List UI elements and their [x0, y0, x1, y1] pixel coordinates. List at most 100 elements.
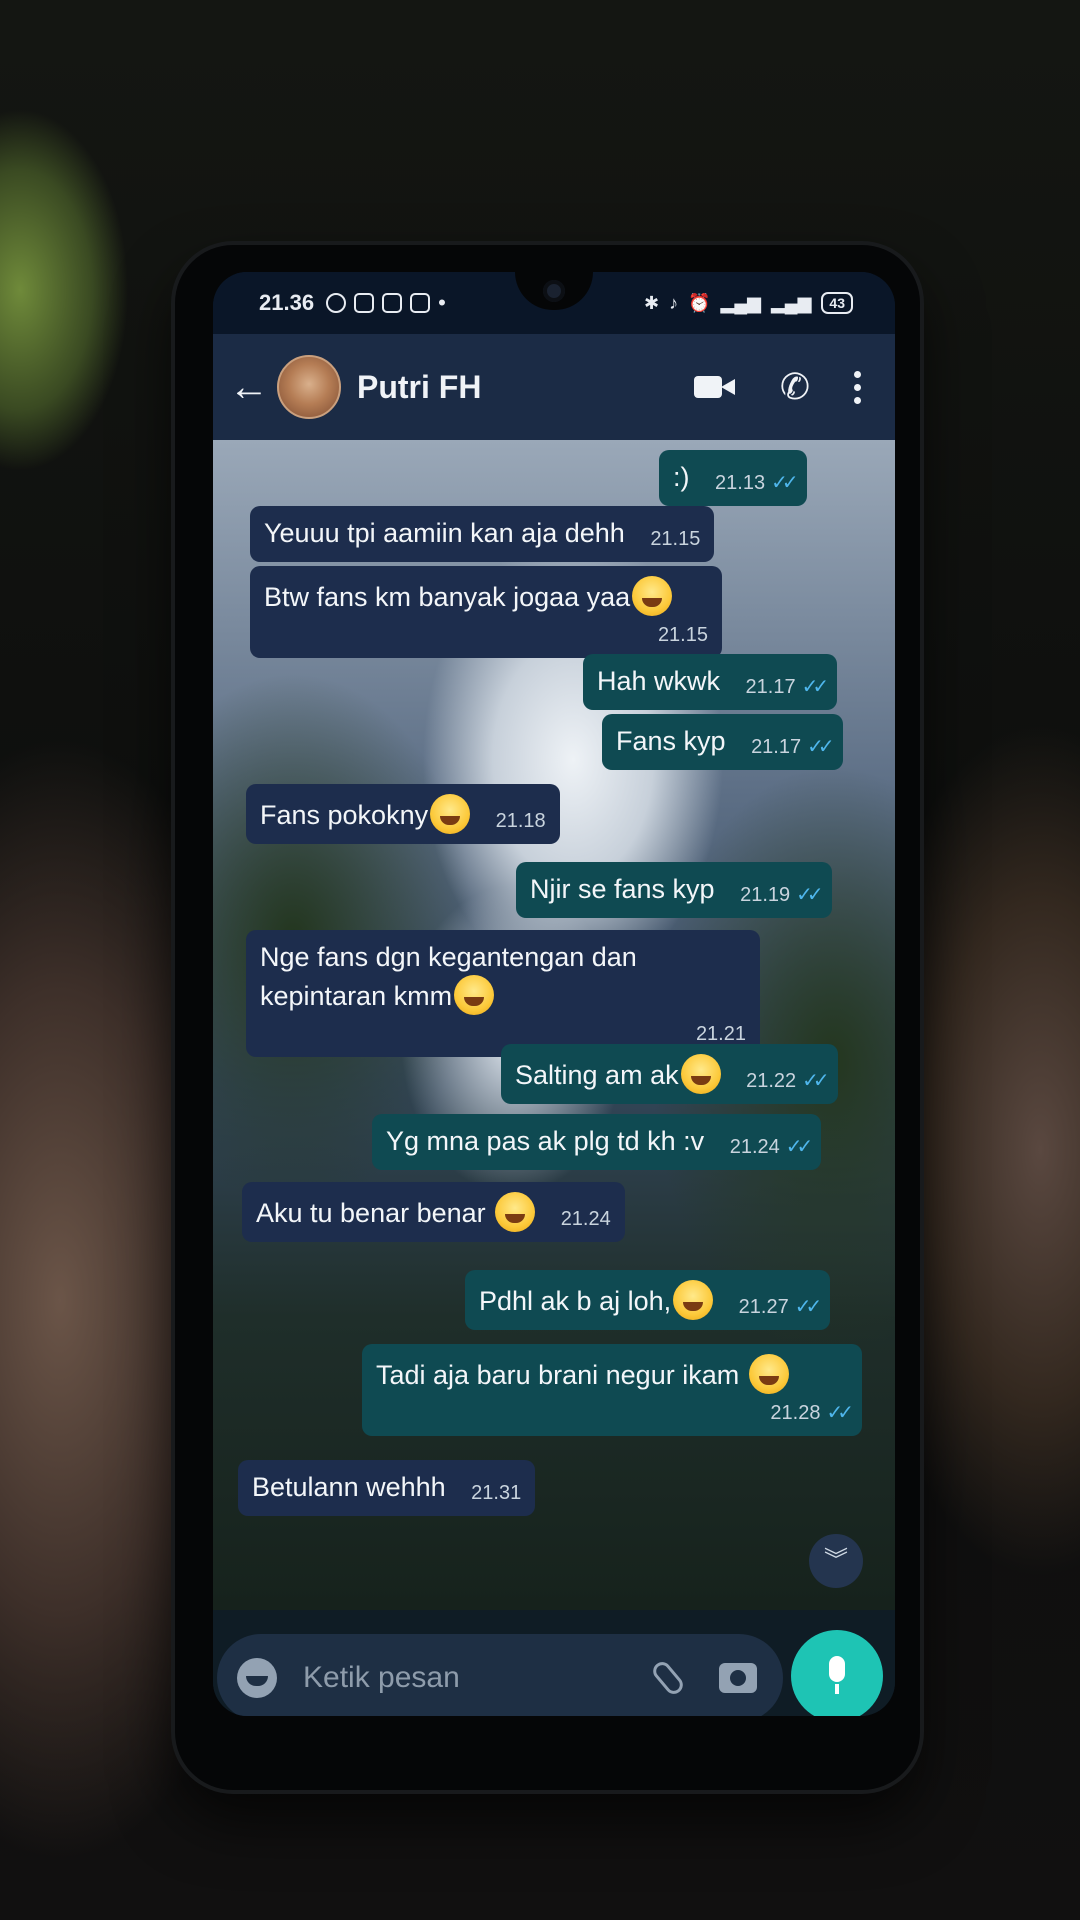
bluetooth-icon: ✱: [644, 292, 660, 313]
message-text: Tadi aja baru brani negur ikam: [376, 1360, 747, 1390]
message-meta: 21.24: [561, 1206, 611, 1232]
double-check-icon: ✓✓: [796, 884, 823, 906]
double-check-icon: ✓✓: [794, 1296, 822, 1318]
status-time: 21.36: [259, 290, 315, 315]
message-time: 21.27: [738, 1296, 789, 1318]
message-text: Aku tu benar benar: [256, 1198, 494, 1228]
rolling-laughing-emoji-icon: [495, 1192, 536, 1232]
battery-icon: 43: [821, 292, 853, 314]
double-check-icon: ✓✓: [802, 1070, 829, 1092]
message-meta: 21.22 ✓✓: [746, 1068, 829, 1094]
message-bubble[interactable]: Njir se fans kyp 21.19 ✓✓: [516, 862, 832, 918]
message-time: 21.18: [495, 810, 546, 832]
message-time: 21.13: [715, 472, 766, 494]
message-text: Njir se fans kyp: [530, 874, 715, 904]
message-bubble[interactable]: Nge fans dgn kegantengan dan kepintaran …: [246, 930, 760, 1058]
video-call-icon[interactable]: [693, 374, 736, 400]
front-camera: [543, 280, 565, 302]
message-meta: 21.18: [496, 808, 546, 834]
mute-icon: ♪: [669, 292, 679, 313]
message-bubble[interactable]: Fans kyp 21.17 ✓✓: [602, 714, 843, 770]
laughing-tears-emoji-icon: [632, 576, 673, 616]
message-time: 21.17: [751, 736, 802, 758]
message-text: Fans pokokny: [260, 800, 429, 830]
message-text: Yg mna pas ak plg td kh :v: [386, 1126, 705, 1156]
chat-area[interactable]: :) 21.13 ✓✓ Yeuuu tpi aamiin kan aja dehh…: [213, 440, 895, 1610]
gmail-icon: [410, 293, 431, 313]
message-text: Hah wkwk: [597, 666, 721, 696]
message-text: Pdhl ak b aj loh,: [479, 1286, 672, 1316]
facebook-icon: [354, 293, 375, 313]
message-meta: 21.19 ✓✓: [740, 882, 823, 908]
laughing-tears-emoji-icon: [748, 1354, 789, 1394]
emoji-icon[interactable]: [237, 1658, 277, 1698]
composer-bar: Ketik pesan: [213, 1610, 895, 1716]
message-meta: 21.17 ✓✓: [751, 734, 834, 760]
message-meta: 21.28 ✓✓: [376, 1400, 853, 1426]
laughing-tears-emoji-icon: [680, 1054, 721, 1094]
message-time: 21.22: [746, 1070, 797, 1092]
header-actions: ✆: [693, 369, 879, 405]
double-check-icon: ✓✓: [785, 1136, 813, 1158]
signal-2-icon: ▂▄▆: [770, 292, 812, 313]
message-bubble[interactable]: Betulann wehhh 21.31: [238, 1460, 536, 1516]
notification-icons: •: [326, 290, 446, 316]
scroll-to-bottom-icon[interactable]: ︾: [809, 1534, 863, 1588]
microphone-button[interactable]: [791, 1630, 883, 1716]
signal-icon: ▂▄▆: [720, 292, 761, 313]
message-text: Btw fans km banyak jogaa yaa: [264, 582, 631, 612]
message-time: 21.19: [740, 884, 791, 906]
smiling-face-emoji-icon: [673, 1280, 714, 1320]
message-bubble[interactable]: Salting am ak 21.22 ✓✓: [501, 1044, 838, 1104]
message-time: 21.15: [650, 528, 701, 550]
message-text: Nge fans dgn kegantengan dan kepintaran …: [260, 942, 637, 1012]
message-bubble[interactable]: Hah wkwk 21.17 ✓✓: [583, 654, 838, 710]
message-meta: 21.13 ✓✓: [715, 470, 798, 496]
chat-header: ← Putri FH ✆: [213, 334, 895, 440]
more-notifications-dot-icon: •: [438, 290, 446, 315]
double-check-icon: ✓✓: [801, 676, 829, 698]
message-time: 21.17: [745, 676, 796, 698]
system-icons: ✱ ♪ ⏰ ▂▄▆ ▂▄▆ 43: [644, 292, 853, 314]
message-time: 21.24: [729, 1136, 780, 1158]
double-check-icon: ✓✓: [826, 1402, 853, 1424]
double-check-icon: ✓✓: [771, 472, 798, 494]
double-check-icon: ✓✓: [807, 736, 834, 758]
camera-icon[interactable]: [719, 1663, 757, 1693]
message-bubble[interactable]: Yg mna pas ak plg td kh :v 21.24 ✓✓: [372, 1114, 822, 1170]
message-input[interactable]: Ketik pesan: [217, 1634, 783, 1716]
phone-icon[interactable]: ✆: [780, 369, 810, 405]
message-bubble[interactable]: Yeuuu tpi aamiin kan aja dehh 21.15: [250, 506, 715, 562]
message-time: 21.15: [657, 624, 708, 646]
message-meta: 21.15: [264, 622, 708, 648]
message-bubble[interactable]: Fans pokokny 21.18: [246, 784, 560, 844]
message-meta: 21.27 ✓✓: [738, 1294, 822, 1320]
contact-name[interactable]: Putri FH: [357, 369, 481, 406]
message-time: 21.24: [560, 1208, 611, 1230]
message-text: Betulann wehhh: [252, 1472, 446, 1502]
message-text: Fans kyp: [616, 726, 726, 756]
alarm-icon: ⏰: [688, 292, 711, 313]
message-bubble[interactable]: Aku tu benar benar 21.24: [242, 1182, 625, 1242]
arrow-left-icon[interactable]: ←: [229, 367, 273, 407]
message-text: Salting am ak: [515, 1060, 679, 1090]
message-bubble[interactable]: Pdhl ak b aj loh, 21.27 ✓✓: [465, 1270, 831, 1330]
instagram-icon: [382, 293, 403, 313]
message-input-placeholder[interactable]: Ketik pesan: [303, 1661, 659, 1695]
message-time: 21.28: [770, 1402, 821, 1424]
message-meta: 21.15: [650, 526, 700, 552]
message-bubble[interactable]: Btw fans km banyak jogaa yaa 21.15: [250, 566, 722, 658]
more-vert-icon[interactable]: [854, 370, 861, 404]
laughing-tears-emoji-icon: [454, 975, 495, 1016]
avatar[interactable]: [277, 355, 341, 419]
message-text: :): [673, 462, 690, 492]
message-meta: 21.31: [471, 1480, 521, 1506]
microphone-icon: [827, 1656, 847, 1696]
message-meta: 21.17 ✓✓: [745, 674, 829, 700]
phone-screen: 21.36 • ✱ ♪ ⏰ ▂▄▆ ▂▄▆ 43 ← Putri FH ✆:)…: [213, 272, 895, 1716]
message-text: Yeuuu tpi aamiin kan aja dehh: [264, 518, 625, 548]
message-bubble[interactable]: Tadi aja baru brani negur ikam 21.28 ✓✓: [362, 1344, 862, 1436]
message-time: 21.31: [471, 1482, 522, 1504]
whatsapp-icon: [326, 293, 347, 313]
message-bubble[interactable]: :) 21.13 ✓✓: [659, 450, 807, 506]
